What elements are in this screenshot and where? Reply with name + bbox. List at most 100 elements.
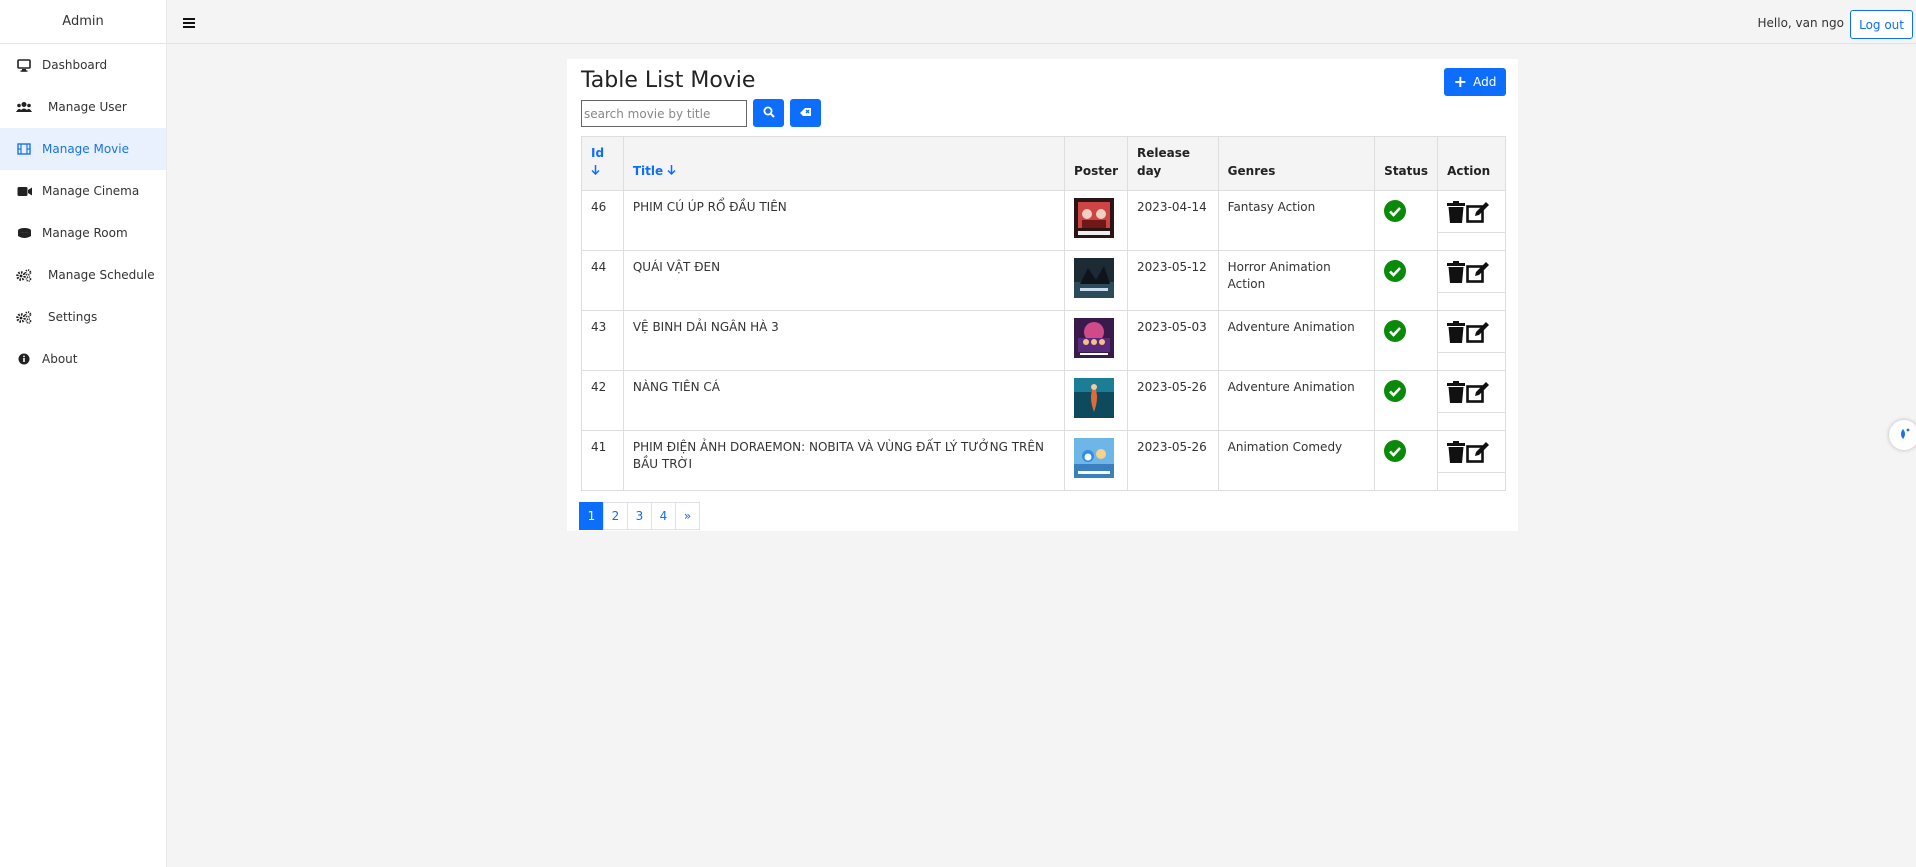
column-header-title[interactable]: Title — [622, 136, 1066, 191]
cell-status — [1374, 250, 1439, 311]
sidebar-item-manage-room[interactable]: Manage Room — [0, 212, 166, 254]
check-circle-icon — [1384, 200, 1407, 222]
plus-icon: + — [1453, 72, 1468, 91]
delete-icon[interactable] — [1446, 440, 1466, 463]
cell-release-day: 2023-05-03 — [1127, 310, 1219, 371]
gears-icon — [16, 267, 32, 283]
cell-poster — [1064, 190, 1129, 251]
sort-arrow-down-icon — [591, 164, 600, 178]
page-button-3[interactable]: 3 — [627, 502, 652, 530]
edit-icon[interactable] — [1466, 321, 1490, 343]
sidebar-item-label: About — [42, 352, 78, 366]
add-button-label: Add — [1473, 75, 1497, 89]
edit-icon[interactable] — [1466, 441, 1490, 463]
search-icon — [763, 106, 775, 121]
cell-genres: Horror Animation Action — [1217, 250, 1376, 311]
page-button-1[interactable]: 1 — [579, 502, 604, 530]
action-group — [1438, 251, 1505, 293]
movie-poster-image[interactable] — [1074, 438, 1115, 478]
search-input[interactable] — [581, 100, 747, 127]
room-icon — [16, 225, 32, 241]
video-camera-icon — [16, 183, 32, 199]
pagination: 1 2 3 4 » — [579, 502, 700, 530]
edit-icon[interactable] — [1466, 261, 1490, 283]
hamburger-menu-icon[interactable] — [183, 18, 195, 28]
column-header-genres: Genres — [1217, 136, 1376, 191]
action-group — [1438, 311, 1505, 353]
column-header-release-day: Release day — [1127, 136, 1219, 191]
cell-action — [1437, 310, 1506, 371]
column-header-action: Action — [1437, 136, 1506, 191]
sidebar-item-manage-movie[interactable]: Manage Movie — [0, 128, 166, 170]
column-header-status: Status — [1374, 136, 1439, 191]
delete-icon[interactable] — [1446, 320, 1466, 343]
sidebar-item-label: Manage Schedule — [48, 268, 155, 282]
delete-icon[interactable] — [1446, 380, 1466, 403]
cell-status — [1374, 310, 1439, 371]
delete-icon[interactable] — [1446, 260, 1466, 283]
cell-genres: Adventure Animation — [1217, 310, 1376, 371]
search-button[interactable] — [753, 99, 784, 127]
movie-poster-image[interactable] — [1074, 378, 1115, 418]
table-row: 46 PHIM CÚ ÚP RỔ ĐẦU TIÊN 2023-04-14 Fan… — [581, 190, 1506, 251]
table-row: 41 PHIM ĐIỆN ẢNH DORAEMON: NOBITA VÀ VÙN… — [581, 430, 1506, 491]
next-page-button[interactable]: » — [675, 502, 700, 530]
movie-table: Id Title Poster Release day Genres Statu… — [581, 136, 1506, 491]
users-icon — [16, 99, 32, 115]
sidebar-item-label: Settings — [48, 310, 98, 324]
sidebar-item-manage-user[interactable]: Manage User — [0, 86, 166, 128]
check-circle-icon — [1384, 440, 1407, 462]
sidebar-item-label: Dashboard — [42, 58, 108, 72]
cell-title: VỆ BINH DẢI NGÂN HÀ 3 — [622, 310, 1066, 371]
add-movie-button[interactable]: + Add — [1444, 68, 1506, 96]
edit-icon[interactable] — [1466, 381, 1490, 403]
cell-id: 42 — [581, 370, 624, 431]
column-header-label: Id — [591, 146, 605, 160]
page-button-4[interactable]: 4 — [651, 502, 676, 530]
column-header-poster: Poster — [1064, 136, 1129, 191]
topbar: Hello, van ngo Log out — [167, 0, 1916, 44]
sidebar-item-label: Manage Cinema — [42, 184, 140, 198]
cell-poster — [1064, 370, 1129, 431]
cell-release-day: 2023-05-26 — [1127, 370, 1219, 431]
user-greeting: Hello, van ngo — [1757, 16, 1844, 30]
cell-genres: Fantasy Action — [1217, 190, 1376, 251]
action-group — [1438, 191, 1505, 233]
sidebar-item-settings[interactable]: Settings — [0, 296, 166, 338]
sidebar-item-dashboard[interactable]: Dashboard — [0, 44, 166, 86]
column-header-id[interactable]: Id — [581, 136, 624, 191]
cell-poster — [1064, 430, 1129, 491]
logout-button[interactable]: Log out — [1850, 10, 1913, 39]
info-icon — [16, 351, 32, 367]
sort-arrow-down-icon — [667, 164, 676, 178]
table-row: 44 QUÁI VẬT ĐEN 2023-05-12 Horror Animat… — [581, 250, 1506, 311]
column-header-label: Title — [632, 164, 664, 178]
delete-icon[interactable] — [1446, 200, 1466, 223]
sidebar-item-manage-cinema[interactable]: Manage Cinema — [0, 170, 166, 212]
cell-id: 41 — [581, 430, 624, 491]
movie-poster-image[interactable] — [1074, 318, 1115, 358]
page-title: Table List Movie — [581, 68, 756, 93]
brand-title: Admin — [0, 0, 166, 44]
movie-poster-image[interactable] — [1074, 258, 1115, 298]
floating-assistant-widget[interactable] — [1889, 420, 1916, 450]
check-circle-icon — [1384, 320, 1407, 342]
cell-id: 43 — [581, 310, 624, 371]
droplet-icon — [1897, 426, 1911, 445]
cell-status — [1374, 370, 1439, 431]
edit-icon[interactable] — [1466, 201, 1490, 223]
sidebar-item-manage-schedule[interactable]: Manage Schedule — [0, 254, 166, 296]
sidebar-item-about[interactable]: About — [0, 338, 166, 380]
cell-release-day: 2023-05-26 — [1127, 430, 1219, 491]
page-button-2[interactable]: 2 — [603, 502, 628, 530]
movie-poster-image[interactable] — [1074, 198, 1115, 238]
clear-search-button[interactable] — [790, 99, 821, 127]
cell-action — [1437, 430, 1506, 491]
action-group — [1438, 371, 1505, 413]
cell-poster — [1064, 250, 1129, 311]
cell-id: 46 — [581, 190, 624, 251]
check-circle-icon — [1384, 380, 1407, 402]
cell-release-day: 2023-04-14 — [1127, 190, 1219, 251]
cell-title: NÀNG TIÊN CÁ — [622, 370, 1066, 431]
cell-title: PHIM ĐIỆN ẢNH DORAEMON: NOBITA VÀ VÙNG Đ… — [622, 430, 1066, 491]
